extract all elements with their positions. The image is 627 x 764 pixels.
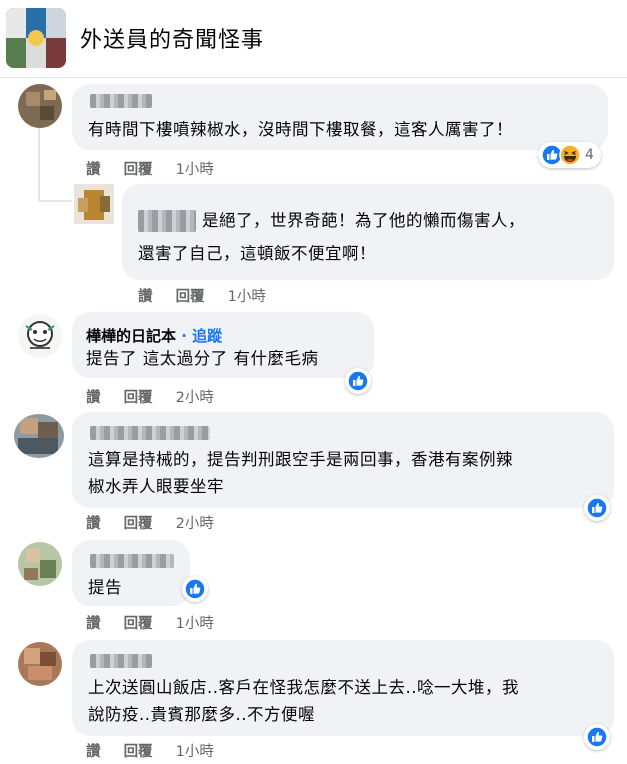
like-icon	[184, 578, 206, 600]
follow-button[interactable]: · 追蹤	[181, 327, 222, 345]
author-name-blurred[interactable]	[90, 554, 174, 568]
avatar[interactable]	[18, 642, 62, 686]
author-name-blurred[interactable]	[90, 426, 210, 440]
comment-text-line-2: 椒水弄人眼要坐牢	[88, 477, 224, 496]
like-button[interactable]: 讚	[86, 386, 101, 407]
like-icon	[586, 497, 608, 519]
reply-button[interactable]: 回覆	[124, 612, 153, 633]
reaction-summary[interactable]	[182, 576, 208, 602]
author-link[interactable]: 樺樺的日記本	[86, 327, 176, 345]
comment-bubble: 這算是持械的，提告判刑跟空手是兩回事，香港有案例辣 椒水弄人眼要坐牢	[72, 412, 614, 508]
like-button[interactable]: 讚	[86, 612, 101, 633]
author-name-blurred[interactable]	[90, 654, 152, 668]
reply-actions: 讚 回覆 1小時	[138, 285, 266, 306]
avatar[interactable]	[18, 314, 62, 358]
reaction-summary[interactable]: 4	[538, 142, 601, 168]
comment-actions: 讚 回覆 1小時	[86, 740, 214, 761]
reaction-summary[interactable]	[345, 368, 371, 394]
reaction-summary[interactable]	[584, 495, 610, 521]
like-button[interactable]: 讚	[138, 285, 153, 306]
comment-time[interactable]: 1小時	[176, 158, 214, 179]
comment-bubble: 有時間下樓噴辣椒水，沒時間下樓取餐，這客人厲害了！	[72, 84, 608, 150]
reply-time[interactable]: 1小時	[228, 285, 266, 306]
comment-actions: 讚 回覆 2小時	[86, 386, 214, 407]
comment-text: 提告了 這太過分了 有什麼毛病	[86, 349, 319, 368]
avatar[interactable]	[18, 542, 62, 586]
avatar[interactable]	[18, 84, 62, 128]
reply-bubble: 是絕了，世界奇葩！為了他的懶而傷害人， 還害了自己，這頓飯不便宜啊！	[122, 184, 614, 280]
reply-text-line-1: 是絕了，世界奇葩！為了他的懶而傷害人，	[202, 211, 525, 230]
comment-bubble: 樺樺的日記本 · 追蹤 提告了 這太過分了 有什麼毛病	[72, 312, 374, 378]
comment-text: 有時間下樓噴辣椒水，沒時間下樓取餐，這客人厲害了！	[88, 120, 513, 139]
comment-time[interactable]: 2小時	[176, 386, 214, 407]
comment-text-line-1: 上次送圓山飯店..客戶在怪我怎麼不送上去..唸一大堆，我	[88, 678, 519, 697]
comment-text: 提告	[88, 578, 122, 597]
group-header: 外送員的奇聞怪事	[0, 0, 627, 78]
haha-icon	[559, 144, 581, 166]
reply-button[interactable]: 回覆	[176, 285, 205, 306]
like-icon	[347, 370, 369, 392]
comment-text-line-1: 這算是持械的，提告判刑跟空手是兩回事，香港有案例辣	[88, 450, 513, 469]
like-button[interactable]: 讚	[86, 158, 101, 179]
comment-bubble: 提告	[72, 540, 190, 606]
reply-button[interactable]: 回覆	[124, 158, 153, 179]
group-title[interactable]: 外送員的奇聞怪事	[80, 22, 264, 54]
reply-button[interactable]: 回覆	[124, 386, 153, 407]
comment-text-line-2: 說防疫..貴賓那麼多..不方便喔	[88, 705, 315, 724]
comment-actions: 讚 回覆 2小時	[86, 512, 214, 533]
like-button[interactable]: 讚	[86, 512, 101, 533]
like-button[interactable]: 讚	[86, 740, 101, 761]
author-name-blurred[interactable]	[90, 94, 152, 108]
avatar[interactable]	[14, 414, 64, 458]
comment-time[interactable]: 1小時	[176, 612, 214, 633]
author-name: 樺樺的日記本 · 追蹤	[86, 325, 222, 346]
comment-actions: 讚 回覆 1小時	[86, 612, 214, 633]
reply-thread-branch	[38, 200, 72, 202]
comment-actions: 讚 回覆 1小時	[86, 158, 214, 179]
comment-time[interactable]: 1小時	[176, 740, 214, 761]
reply-avatar[interactable]	[74, 184, 114, 224]
like-icon	[586, 726, 608, 748]
group-avatar[interactable]	[6, 8, 66, 68]
reaction-count: 4	[585, 147, 594, 163]
reaction-summary[interactable]	[584, 724, 610, 750]
reply-thread-line	[38, 128, 40, 202]
comment-time[interactable]: 2小時	[176, 512, 214, 533]
author-name-blurred[interactable]	[138, 210, 196, 232]
comment-bubble: 上次送圓山飯店..客戶在怪我怎麼不送上去..唸一大堆，我 說防疫..貴賓那麼多.…	[72, 640, 614, 736]
reply-text-line-2: 還害了自己，這頓飯不便宜啊！	[138, 244, 376, 263]
reply-button[interactable]: 回覆	[124, 512, 153, 533]
reply-button[interactable]: 回覆	[124, 740, 153, 761]
